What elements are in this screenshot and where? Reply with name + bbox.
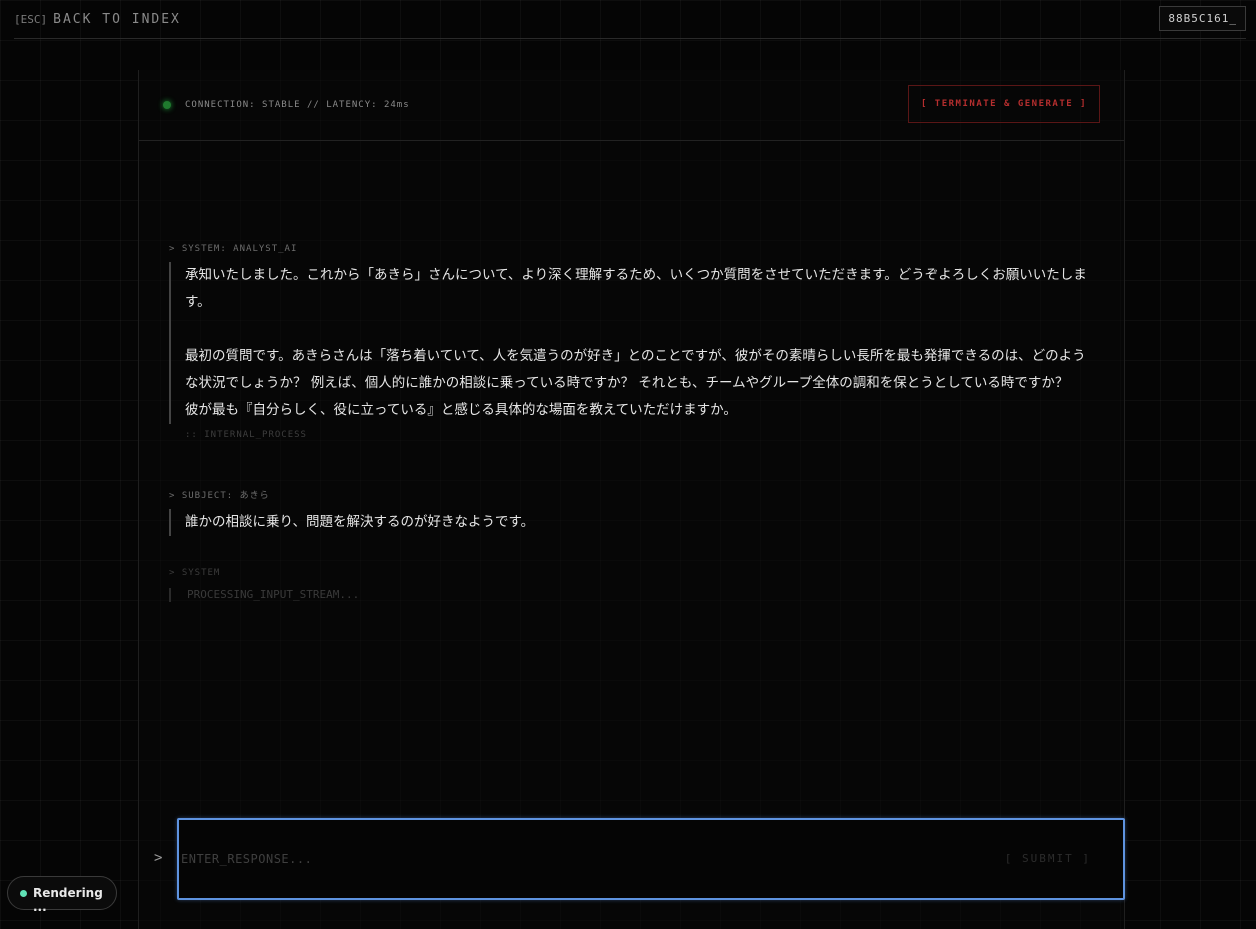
- message-sender-label: > SUBJECT: あきら: [169, 491, 270, 501]
- chat-panel: CONNECTION: STABLE // LATENCY: 24ms [ TE…: [138, 70, 1125, 929]
- message-sender-label: > SYSTEM: ANALYST_AI: [169, 244, 298, 254]
- rendering-indicator-icon: [20, 890, 27, 897]
- message-system-processing: > SYSTEM PROCESSING_INPUT_STREAM...: [169, 568, 1094, 602]
- esc-key-hint: [ESC]: [14, 13, 48, 26]
- message-body: 承知いたしました。これから「あきら」さんについて、より深く理解するため、いくつか…: [169, 262, 1094, 424]
- rendering-label: Rendering ...: [33, 886, 103, 914]
- back-label: BACK TO INDEX: [53, 12, 181, 27]
- terminate-generate-button[interactable]: [ TERMINATE & GENERATE ]: [908, 85, 1100, 123]
- session-id-badge: 88B5C161_: [1159, 6, 1246, 31]
- panel-header: CONNECTION: STABLE // LATENCY: 24ms [ TE…: [139, 70, 1124, 141]
- connection-status: CONNECTION: STABLE // LATENCY: 24ms: [185, 100, 410, 110]
- internal-process-label: :: INTERNAL_PROCESS: [185, 430, 307, 440]
- response-bar: > [ SUBMIT ]: [138, 818, 1125, 900]
- response-input[interactable]: [177, 818, 1125, 900]
- submit-button[interactable]: [ SUBMIT ]: [1005, 852, 1091, 865]
- rendering-status-pill: Rendering ...: [7, 876, 117, 914]
- connection-status-icon: [163, 101, 171, 109]
- processing-status: PROCESSING_INPUT_STREAM...: [169, 588, 1094, 602]
- message-analyst: > SYSTEM: ANALYST_AI 承知いたしました。これから「あきら」さ…: [169, 244, 1094, 440]
- top-bar: [ESC] BACK TO INDEX 88B5C161_: [14, 0, 1246, 39]
- prompt-symbol: >: [154, 850, 163, 866]
- back-to-index-link[interactable]: [ESC] BACK TO INDEX: [14, 12, 181, 27]
- message-paragraph: 承知いたしました。これから「あきら」さんについて、より深く理解するため、いくつか…: [185, 267, 1087, 310]
- message-subject: > SUBJECT: あきら 誰かの相談に乗り、問題を解決するのが好きなようです…: [169, 488, 1094, 536]
- message-paragraph: 最初の質問です。あきらさんは「落ち着いていて、人を気遣うのが好き」とのことですが…: [185, 348, 1086, 418]
- message-body: 誰かの相談に乗り、問題を解決するのが好きなようです。: [169, 509, 1094, 536]
- message-sender-label: > SYSTEM: [169, 568, 221, 578]
